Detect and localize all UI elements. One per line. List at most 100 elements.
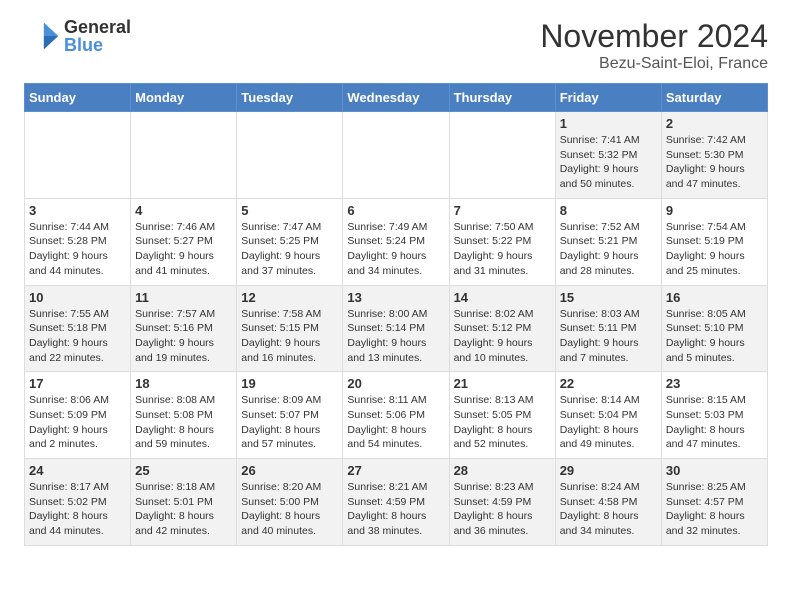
day-number: 12: [241, 290, 338, 305]
calendar-cell: 10 Sunrise: 7:55 AM Sunset: 5:18 PM Dayli…: [25, 285, 131, 372]
calendar-cell: 28Sunrise: 8:23 AM Sunset: 4:59 PM Dayli…: [449, 459, 555, 546]
day-number: 30: [666, 463, 763, 478]
day-number: 3: [29, 203, 126, 218]
day-info: Sunrise: 7:46 AM Sunset: 5:27 PM Dayligh…: [135, 220, 232, 279]
day-number: 2: [666, 116, 763, 131]
calendar-cell: 18Sunrise: 8:08 AM Sunset: 5:08 PM Dayli…: [131, 372, 237, 459]
day-number: 22: [560, 376, 657, 391]
calendar-cell: 5Sunrise: 7:47 AM Sunset: 5:25 PM Daylig…: [237, 198, 343, 285]
calendar-body: 1Sunrise: 7:41 AM Sunset: 5:32 PM Daylig…: [25, 112, 768, 546]
day-number: 6: [347, 203, 444, 218]
calendar-cell: 12 Sunrise: 7:58 AM Sunset: 5:15 PM Dayli…: [237, 285, 343, 372]
day-info: Sunrise: 8:06 AM Sunset: 5:09 PM Dayligh…: [29, 393, 126, 452]
calendar-cell: [343, 112, 449, 199]
calendar-cell: [237, 112, 343, 199]
header-row: Sunday Monday Tuesday Wednesday Thursday…: [25, 84, 768, 112]
calendar-cell: 19 Sunrise: 8:09 AM Sunset: 5:07 PM Dayli…: [237, 372, 343, 459]
logo-general: General: [64, 18, 131, 36]
day-info: Sunrise: 7:57 AM Sunset: 5:16 PM Dayligh…: [135, 307, 232, 366]
logo-text: General Blue: [64, 18, 131, 54]
day-number: 8: [560, 203, 657, 218]
day-info: Sunrise: 7:54 AM Sunset: 5:19 PM Dayligh…: [666, 220, 763, 279]
header-sunday: Sunday: [25, 84, 131, 112]
day-info: Sunrise: 7:52 AM Sunset: 5:21 PM Dayligh…: [560, 220, 657, 279]
day-number: 27: [347, 463, 444, 478]
day-number: 14: [454, 290, 551, 305]
day-info: Sunrise: 7:55 AM Sunset: 5:18 PM Dayligh…: [29, 307, 126, 366]
day-info: Sunrise: 8:05 AM Sunset: 5:10 PM Dayligh…: [666, 307, 763, 366]
calendar-cell: 30Sunrise: 8:25 AM Sunset: 4:57 PM Dayli…: [661, 459, 767, 546]
calendar-wrapper: Sunday Monday Tuesday Wednesday Thursday…: [0, 83, 792, 558]
day-info: Sunrise: 7:44 AM Sunset: 5:28 PM Dayligh…: [29, 220, 126, 279]
day-info: Sunrise: 7:50 AM Sunset: 5:22 PM Dayligh…: [454, 220, 551, 279]
calendar-cell: 11 Sunrise: 7:57 AM Sunset: 5:16 PM Dayli…: [131, 285, 237, 372]
calendar-cell: 15 Sunrise: 8:03 AM Sunset: 5:11 PM Dayli…: [555, 285, 661, 372]
day-number: 28: [454, 463, 551, 478]
day-number: 20: [347, 376, 444, 391]
calendar-week-5: 24 Sunrise: 8:17 AM Sunset: 5:02 PM Dayli…: [25, 459, 768, 546]
day-number: 11: [135, 290, 232, 305]
calendar-cell: 9 Sunrise: 7:54 AM Sunset: 5:19 PM Daylig…: [661, 198, 767, 285]
calendar-cell: 17 Sunrise: 8:06 AM Sunset: 5:09 PM Dayli…: [25, 372, 131, 459]
day-info: Sunrise: 7:42 AM Sunset: 5:30 PM Dayligh…: [666, 133, 763, 192]
day-info: Sunrise: 7:41 AM Sunset: 5:32 PM Dayligh…: [560, 133, 657, 192]
day-number: 18: [135, 376, 232, 391]
day-number: 29: [560, 463, 657, 478]
day-number: 17: [29, 376, 126, 391]
calendar-table: Sunday Monday Tuesday Wednesday Thursday…: [24, 83, 768, 546]
day-info: Sunrise: 8:20 AM Sunset: 5:00 PM Dayligh…: [241, 480, 338, 539]
page-header: General Blue November 2024 Bezu-Saint-El…: [0, 0, 792, 83]
day-info: Sunrise: 8:03 AM Sunset: 5:11 PM Dayligh…: [560, 307, 657, 366]
logo: General Blue: [24, 18, 131, 54]
day-number: 25: [135, 463, 232, 478]
calendar-cell: 23Sunrise: 8:15 AM Sunset: 5:03 PM Dayli…: [661, 372, 767, 459]
day-info: Sunrise: 8:13 AM Sunset: 5:05 PM Dayligh…: [454, 393, 551, 452]
day-number: 9: [666, 203, 763, 218]
calendar-week-4: 17 Sunrise: 8:06 AM Sunset: 5:09 PM Dayli…: [25, 372, 768, 459]
day-info: Sunrise: 8:02 AM Sunset: 5:12 PM Dayligh…: [454, 307, 551, 366]
day-info: Sunrise: 8:09 AM Sunset: 5:07 PM Dayligh…: [241, 393, 338, 452]
header-monday: Monday: [131, 84, 237, 112]
calendar-cell: 2 Sunrise: 7:42 AM Sunset: 5:30 PM Daylig…: [661, 112, 767, 199]
month-title: November 2024: [540, 18, 768, 55]
calendar-cell: 24 Sunrise: 8:17 AM Sunset: 5:02 PM Dayli…: [25, 459, 131, 546]
calendar-cell: 22Sunrise: 8:14 AM Sunset: 5:04 PM Dayli…: [555, 372, 661, 459]
header-wednesday: Wednesday: [343, 84, 449, 112]
calendar-cell: 8 Sunrise: 7:52 AM Sunset: 5:21 PM Daylig…: [555, 198, 661, 285]
day-info: Sunrise: 8:15 AM Sunset: 5:03 PM Dayligh…: [666, 393, 763, 452]
calendar-cell: 7Sunrise: 7:50 AM Sunset: 5:22 PM Daylig…: [449, 198, 555, 285]
logo-blue: Blue: [64, 36, 131, 54]
calendar-cell: [25, 112, 131, 199]
calendar-cell: [449, 112, 555, 199]
day-info: Sunrise: 8:17 AM Sunset: 5:02 PM Dayligh…: [29, 480, 126, 539]
calendar-cell: 26 Sunrise: 8:20 AM Sunset: 5:00 PM Dayli…: [237, 459, 343, 546]
calendar-cell: 13Sunrise: 8:00 AM Sunset: 5:14 PM Dayli…: [343, 285, 449, 372]
location-subtitle: Bezu-Saint-Eloi, France: [540, 55, 768, 73]
calendar-cell: 3 Sunrise: 7:44 AM Sunset: 5:28 PM Daylig…: [25, 198, 131, 285]
calendar-cell: 25 Sunrise: 8:18 AM Sunset: 5:01 PM Dayli…: [131, 459, 237, 546]
calendar-header: Sunday Monday Tuesday Wednesday Thursday…: [25, 84, 768, 112]
logo-icon: [24, 18, 60, 54]
calendar-cell: 20 Sunrise: 8:11 AM Sunset: 5:06 PM Dayli…: [343, 372, 449, 459]
calendar-week-3: 10 Sunrise: 7:55 AM Sunset: 5:18 PM Dayli…: [25, 285, 768, 372]
day-info: Sunrise: 8:18 AM Sunset: 5:01 PM Dayligh…: [135, 480, 232, 539]
day-number: 19: [241, 376, 338, 391]
day-info: Sunrise: 7:58 AM Sunset: 5:15 PM Dayligh…: [241, 307, 338, 366]
day-number: 4: [135, 203, 232, 218]
day-number: 15: [560, 290, 657, 305]
day-info: Sunrise: 7:49 AM Sunset: 5:24 PM Dayligh…: [347, 220, 444, 279]
day-number: 13: [347, 290, 444, 305]
day-number: 26: [241, 463, 338, 478]
header-tuesday: Tuesday: [237, 84, 343, 112]
calendar-cell: 1Sunrise: 7:41 AM Sunset: 5:32 PM Daylig…: [555, 112, 661, 199]
calendar-cell: 4 Sunrise: 7:46 AM Sunset: 5:27 PM Daylig…: [131, 198, 237, 285]
calendar-cell: 6 Sunrise: 7:49 AM Sunset: 5:24 PM Daylig…: [343, 198, 449, 285]
day-number: 21: [454, 376, 551, 391]
header-thursday: Thursday: [449, 84, 555, 112]
calendar-cell: 16Sunrise: 8:05 AM Sunset: 5:10 PM Dayli…: [661, 285, 767, 372]
calendar-cell: [131, 112, 237, 199]
day-info: Sunrise: 8:11 AM Sunset: 5:06 PM Dayligh…: [347, 393, 444, 452]
day-info: Sunrise: 7:47 AM Sunset: 5:25 PM Dayligh…: [241, 220, 338, 279]
day-number: 24: [29, 463, 126, 478]
day-number: 10: [29, 290, 126, 305]
